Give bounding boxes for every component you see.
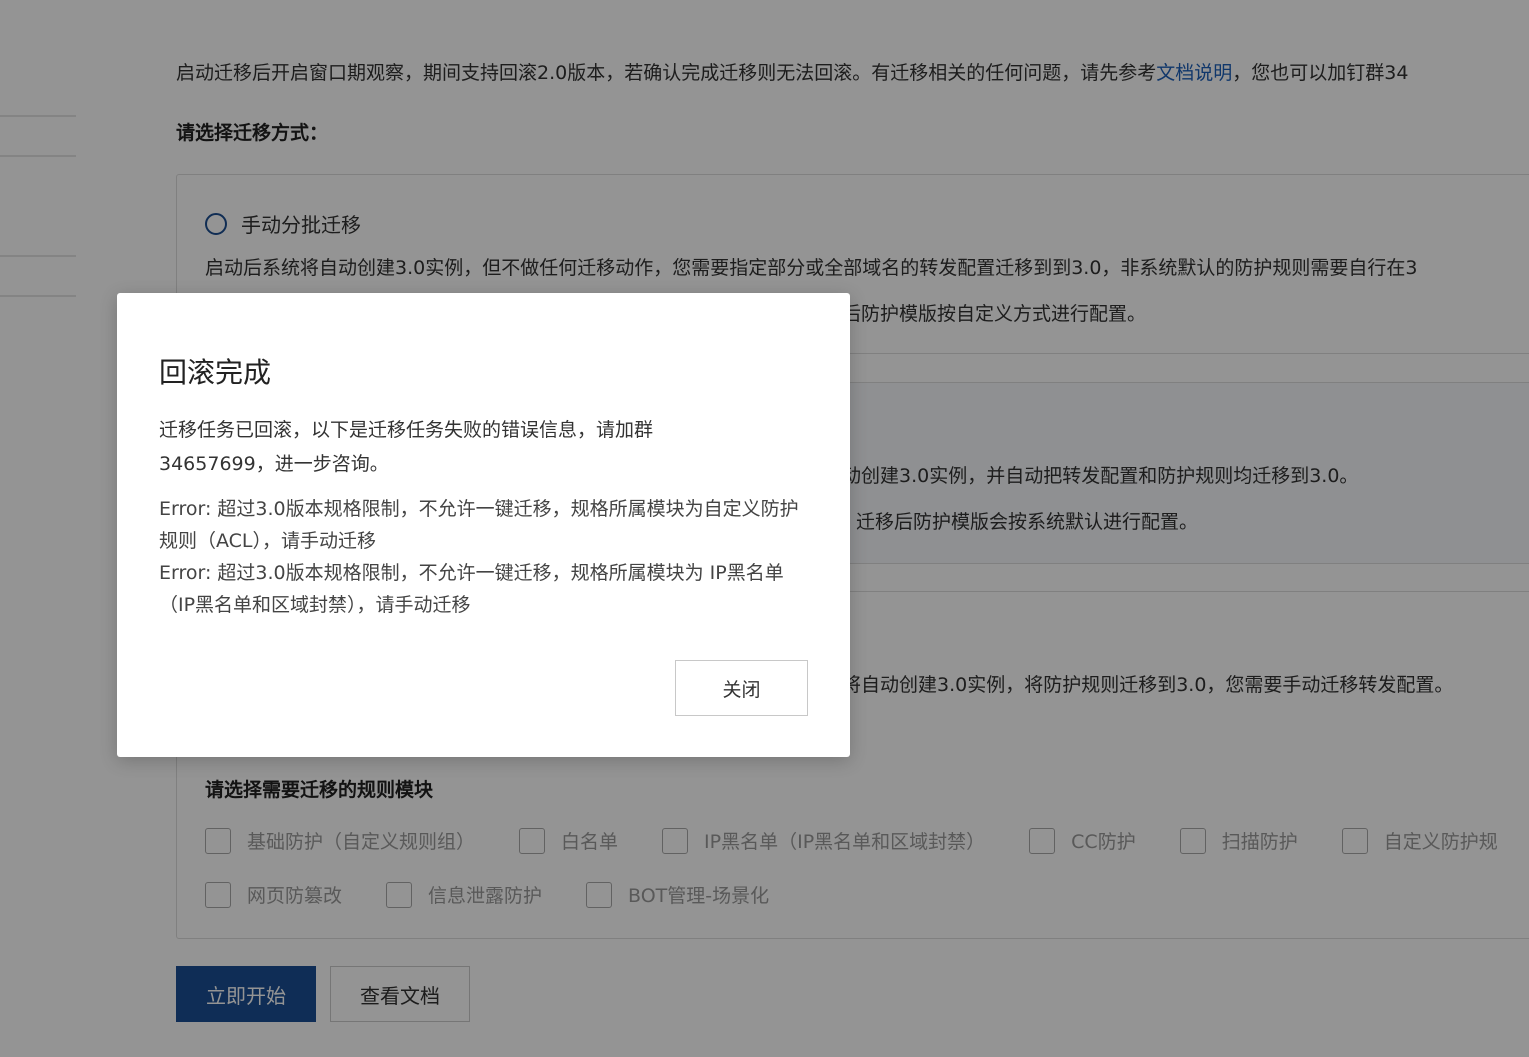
close-button[interactable]: 关闭: [675, 660, 808, 716]
error-message: Error: 超过3.0版本规格限制，不允许一键迁移，规格所属模块为自定义防护规…: [159, 498, 799, 552]
error-message: Error: 超过3.0版本规格限制，不允许一键迁移，规格所属模块为 IP黑名单…: [159, 562, 784, 616]
dialog-message: 迁移任务已回滚，以下是迁移任务失败的错误信息，请加群34657699，进一步咨询…: [159, 419, 654, 475]
dialog-errors: Error: 超过3.0版本规格限制，不允许一键迁移，规格所属模块为自定义防护规…: [159, 493, 799, 621]
dialog-title: 回滚完成: [159, 356, 272, 389]
rollback-dialog: 回滚完成 迁移任务已回滚，以下是迁移任务失败的错误信息，请加群34657699，…: [117, 293, 850, 757]
